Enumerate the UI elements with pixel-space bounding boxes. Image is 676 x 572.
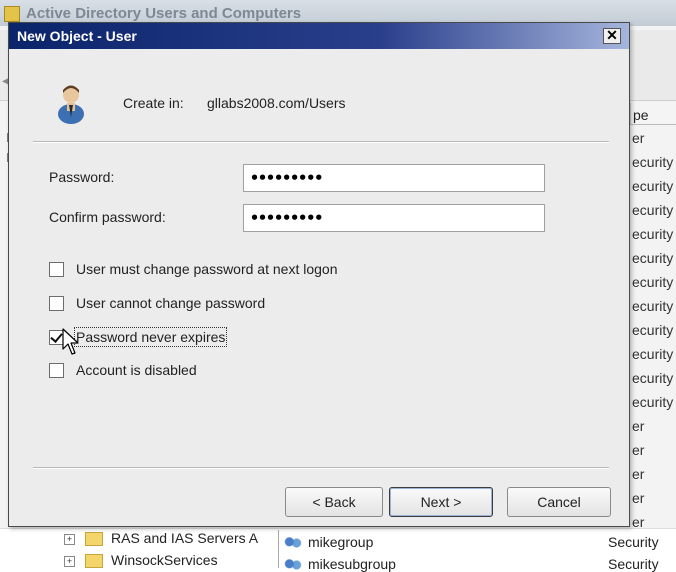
list-item[interactable]: mikesubgroup (284, 556, 396, 572)
type-cell: er (632, 130, 645, 146)
next-button[interactable]: Next > (389, 487, 493, 517)
tree-item[interactable]: + RAS and IAS Servers A (64, 530, 259, 547)
list-item-type: Security (608, 534, 659, 550)
must-change-password-checkbox[interactable] (49, 261, 64, 277)
password-field[interactable] (243, 164, 545, 192)
type-cell: er (632, 418, 645, 434)
back-button[interactable]: < Back (285, 487, 383, 517)
type-cell: ecurity (632, 322, 674, 338)
option-must-change-password[interactable]: User must change password at next logon (49, 258, 337, 280)
type-cell: ecurity (632, 274, 674, 290)
tree-item[interactable]: + WinsockServices (64, 552, 218, 569)
type-cell: er (632, 466, 645, 482)
user-icon (58, 85, 84, 124)
expand-icon[interactable]: + (64, 533, 75, 545)
cannot-change-password-checkbox[interactable] (49, 295, 64, 311)
type-cell: ecurity (632, 226, 674, 242)
option-label: User must change password at next logon (76, 261, 338, 277)
type-cell: ecurity (632, 394, 674, 410)
cancel-button[interactable]: Cancel (507, 487, 611, 517)
expand-icon[interactable]: + (64, 555, 75, 567)
password-label: Password: (49, 169, 115, 185)
confirm-password-field[interactable] (243, 204, 545, 232)
type-cell: er (632, 490, 645, 506)
type-cell: ecurity (632, 298, 674, 314)
type-cell: er (632, 442, 645, 458)
folder-icon (85, 532, 103, 547)
type-cell: ecurity (632, 250, 674, 266)
dialog-titlebar[interactable]: New Object - User ✕ (9, 23, 629, 49)
mouse-cursor-icon (62, 328, 79, 355)
confirm-password-label: Confirm password: (49, 209, 166, 225)
type-cell: ecurity (632, 346, 674, 362)
list-item[interactable]: mikegroup (284, 534, 373, 550)
list-item-name: mikesubgroup (308, 556, 396, 572)
group-icon (284, 537, 302, 550)
option-account-disabled[interactable]: Account is disabled (49, 359, 197, 381)
group-icon (284, 559, 302, 572)
type-cell: ecurity (632, 202, 674, 218)
type-cell: ecurity (632, 370, 674, 386)
option-label: Password never expires (73, 327, 228, 347)
option-label: User cannot change password (76, 295, 266, 311)
separator (33, 467, 609, 469)
type-column-list: er ecurity ecurity ecurity ecurity ecuri… (630, 126, 676, 534)
tree-item-label: WinsockServices (111, 552, 218, 568)
close-button[interactable]: ✕ (603, 28, 621, 44)
new-user-dialog: New Object - User ✕ Create in: gllabs200… (8, 22, 630, 527)
tree-item-label: RAS and IAS Servers A (111, 530, 259, 546)
aduc-title: Active Directory Users and Computers (26, 5, 302, 22)
option-label: Account is disabled (76, 362, 197, 378)
type-cell: ecurity (632, 178, 674, 194)
type-column-header[interactable]: pe (630, 103, 676, 125)
option-cannot-change-password[interactable]: User cannot change password (49, 292, 265, 314)
account-disabled-checkbox[interactable] (49, 362, 64, 378)
create-in-path: gllabs2008.com/Users (207, 95, 346, 111)
type-cell: ecurity (632, 154, 674, 170)
separator (33, 141, 609, 143)
create-in-label: Create in: (123, 95, 184, 111)
aduc-app-icon (4, 6, 20, 22)
pane-divider[interactable] (278, 530, 279, 568)
dialog-title: New Object - User (17, 28, 137, 44)
list-item-type: Security (608, 556, 659, 572)
list-item-name: mikegroup (308, 534, 374, 550)
folder-icon (85, 554, 103, 569)
